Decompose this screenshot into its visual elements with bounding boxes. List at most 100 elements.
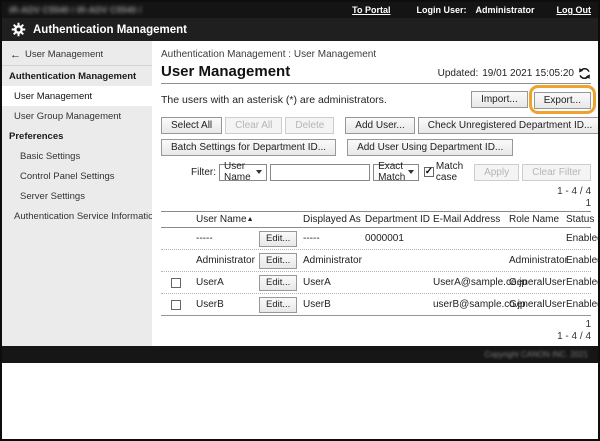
import-button[interactable]: Import... <box>471 91 528 108</box>
sidebar-item-user-management[interactable]: User Management <box>2 86 152 106</box>
row-user-name: UserB <box>183 299 256 310</box>
row-status: Enabled <box>566 277 591 288</box>
sidebar-section-authentication-management: Authentication Management <box>2 66 152 86</box>
header-email-address: E-Mail Address <box>433 214 509 225</box>
pagination-page[interactable]: 1 <box>161 320 591 330</box>
pagination-top: 1 - 4 / 4 1 <box>161 187 591 209</box>
row-user-name: Administrator* <box>183 255 256 266</box>
row-status: Enabled <box>566 233 591 244</box>
match-case-checkbox[interactable]: ✓ <box>424 167 434 177</box>
app-header: Authentication Management <box>2 18 598 41</box>
row-role-name: Administrator <box>509 255 566 266</box>
row-role-name: GeneralUser <box>509 277 566 288</box>
row-edit-cell: Edit... <box>256 231 303 247</box>
filter-row: Filter: User Name Exact Match ✓ Match ca… <box>161 161 591 183</box>
row-displayed-as: Administrator <box>303 255 365 266</box>
top-bar-links: To Portal Login User: Administrator Log … <box>352 5 591 15</box>
filter-keyword-input[interactable] <box>270 164 370 181</box>
batch-settings-dept-button[interactable]: Batch Settings for Department ID... <box>161 139 336 156</box>
app-title: Authentication Management <box>33 24 187 36</box>
row-displayed-as: ----- <box>303 233 365 244</box>
sidebar-item-authentication-service-information[interactable]: Authentication Service Information <box>2 206 152 226</box>
check-unregistered-dept-button[interactable]: Check Unregistered Department ID... <box>418 117 598 134</box>
header-role-name: Role Name <box>509 214 566 225</box>
row-edit-cell: Edit... <box>256 275 303 291</box>
table-row: UserAEdit...UserAUserA@sample.co.jpGener… <box>161 272 591 294</box>
row-checkbox[interactable] <box>171 278 181 288</box>
row-edit-cell: Edit... <box>256 253 303 269</box>
row-status: Enabled <box>566 299 591 310</box>
updated-label: Updated: <box>438 68 479 79</box>
sidebar-section-preferences: Preferences <box>2 126 152 146</box>
header-displayed-as: Displayed As <box>303 214 365 225</box>
clear-all-button[interactable]: Clear All <box>225 117 282 134</box>
edit-user-button[interactable]: Edit... <box>259 297 297 313</box>
match-case-label: Match case <box>436 161 474 183</box>
filter-field-value: User Name <box>224 161 256 183</box>
select-all-button[interactable]: Select All <box>161 117 222 134</box>
edit-user-button[interactable]: Edit... <box>259 231 297 247</box>
toolbar-row-1: Select All Clear All Delete Add User... … <box>161 117 591 134</box>
screenshot-frame: iR-ADV C5540 / iR-ADV C5540 / To Portal … <box>0 0 600 441</box>
delete-button[interactable]: Delete <box>285 117 334 134</box>
header-user-name: User Name ▲ <box>183 214 256 225</box>
chevron-down-icon <box>408 170 414 174</box>
sidebar: ← User Management Authentication Managem… <box>2 41 152 346</box>
login-user-value: Administrator <box>475 5 534 15</box>
sidebar-item-control-panel-settings[interactable]: Control Panel Settings <box>2 166 152 186</box>
row-displayed-as: UserB <box>303 299 365 310</box>
pagination-page[interactable]: 1 <box>161 199 591 209</box>
header-status: Status <box>566 214 591 225</box>
toolbar-row-2: Batch Settings for Department ID... Add … <box>161 139 591 156</box>
add-user-button[interactable]: Add User... <box>345 117 414 134</box>
filter-field-select[interactable]: User Name <box>219 164 267 181</box>
sidebar-back-user-management[interactable]: ← User Management <box>2 44 152 66</box>
page-title: User Management <box>161 63 290 80</box>
sort-ascending-icon[interactable]: ▲ <box>247 216 254 223</box>
chevron-down-icon <box>256 170 262 174</box>
to-portal-link[interactable]: To Portal <box>352 5 390 15</box>
row-role-name: GeneralUser <box>509 299 566 310</box>
table-row: -----Edit...-----0000001Enabled <box>161 228 591 250</box>
edit-user-button[interactable]: Edit... <box>259 253 297 269</box>
sidebar-back-label: User Management <box>25 49 103 60</box>
row-user-name: UserA <box>183 277 256 288</box>
updated-info: Updated: 19/01 2021 15:05:20 <box>438 67 591 80</box>
gear-icon <box>11 22 26 37</box>
footer-bar: Copyright CANON INC. 2021 <box>2 346 598 363</box>
logout-link[interactable]: Log Out <box>557 5 592 15</box>
copyright-text: Copyright CANON INC. 2021 <box>484 350 588 359</box>
edit-user-button[interactable]: Edit... <box>259 275 297 291</box>
pagination-range: 1 - 4 / 4 <box>161 332 591 342</box>
row-displayed-as: UserA <box>303 277 365 288</box>
row-status: Enabled <box>566 255 591 266</box>
filter-match-select[interactable]: Exact Match <box>373 164 419 181</box>
title-row: User Management Updated: 19/01 2021 15:0… <box>161 63 591 84</box>
pagination-bottom: 1 1 - 4 / 4 <box>161 320 591 342</box>
pagination-range: 1 - 4 / 4 <box>161 187 591 197</box>
refresh-icon[interactable] <box>578 67 591 80</box>
row-checkbox[interactable] <box>171 300 181 310</box>
export-button-wrap: Export... <box>534 90 591 109</box>
row-email: userB@sample.co.jp <box>433 299 509 310</box>
row-edit-cell: Edit... <box>256 297 303 313</box>
updated-value: 19/01 2021 15:05:20 <box>482 68 574 79</box>
clear-filter-button[interactable]: Clear Filter <box>522 164 591 181</box>
sidebar-item-basic-settings[interactable]: Basic Settings <box>2 146 152 166</box>
table-row: Administrator*Edit... Administrator Admini… <box>161 250 591 272</box>
device-name: iR-ADV C5540 / iR-ADV C5540 / <box>9 5 142 15</box>
apply-button[interactable]: Apply <box>474 164 519 181</box>
row-user-name: ----- <box>183 233 256 244</box>
back-arrow-icon: ← <box>10 49 21 61</box>
table-row: UserBEdit...UserBuserB@sample.co.jpGener… <box>161 294 591 316</box>
sidebar-item-user-group-management[interactable]: User Group Management <box>2 106 152 126</box>
export-button[interactable]: Export... <box>534 92 591 109</box>
bottom-whitespace <box>2 363 598 441</box>
table-header: User Name ▲ Displayed As Department ID E… <box>161 211 591 228</box>
sidebar-item-server-settings[interactable]: Server Settings <box>2 186 152 206</box>
breadcrumb: Authentication Management : User Managem… <box>161 49 591 60</box>
header-department-id: Department ID <box>365 214 433 225</box>
row-email: UserA@sample.co.jp <box>433 277 509 288</box>
add-user-using-dept-button[interactable]: Add User Using Department ID... <box>347 139 513 156</box>
admin-note: The users with an asterisk (*) are admin… <box>161 94 387 106</box>
